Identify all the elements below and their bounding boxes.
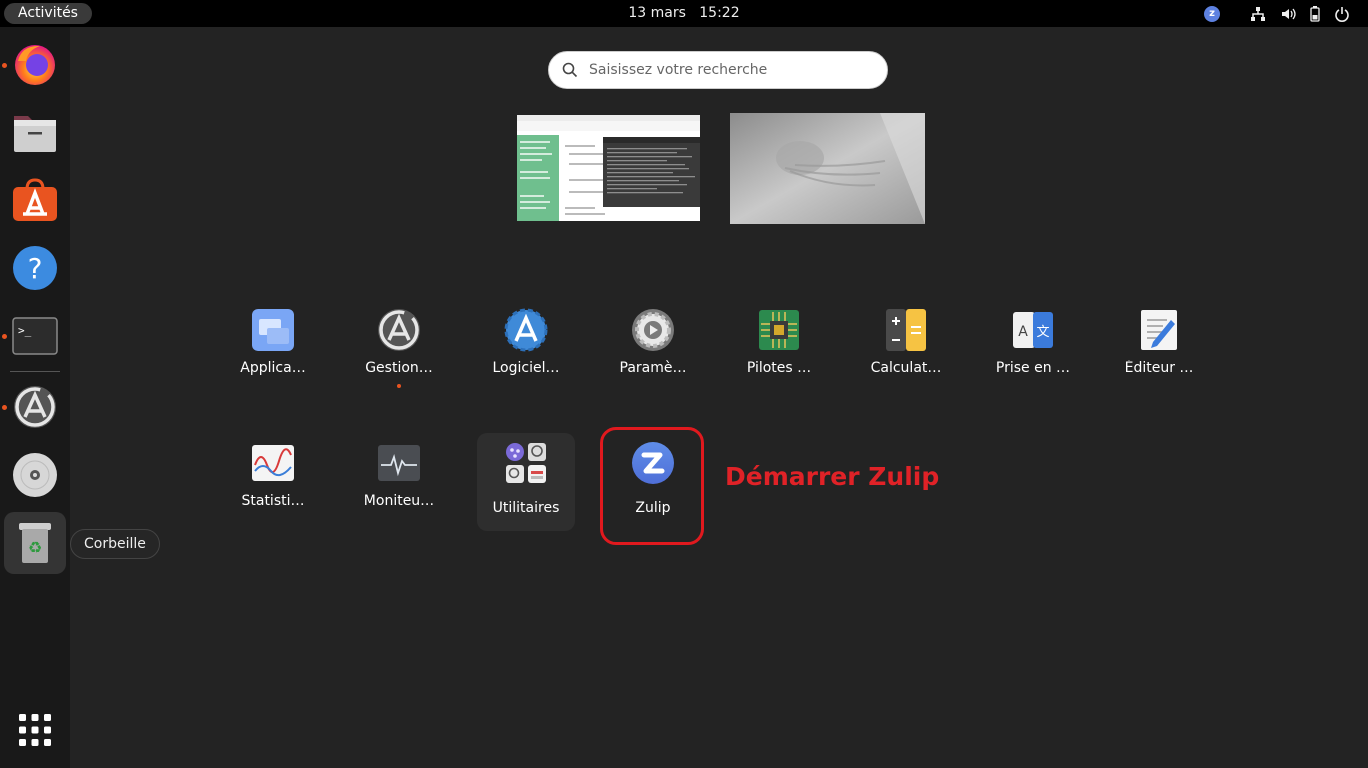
clock[interactable]: 13 mars 15:22 bbox=[0, 0, 1368, 27]
system-tray[interactable]: z bbox=[1190, 4, 1350, 23]
running-indicator bbox=[397, 384, 401, 388]
app-label: Paramè… bbox=[619, 360, 687, 376]
dock-ubuntu-software[interactable] bbox=[4, 169, 66, 231]
zulip-tray-icon[interactable]: z bbox=[1204, 4, 1236, 23]
dock-tooltip: Corbeille bbox=[70, 529, 160, 559]
annotation-text: Démarrer Zulip bbox=[725, 462, 940, 491]
dock-trash[interactable]: ♻ bbox=[4, 512, 66, 574]
clock-date: 13 mars bbox=[628, 5, 686, 21]
app-pilotes[interactable]: Pilotes … bbox=[730, 300, 828, 398]
app-label: Moniteu… bbox=[363, 493, 435, 509]
disc-icon bbox=[13, 453, 57, 497]
trash-icon: ♻ bbox=[19, 523, 51, 563]
search-icon bbox=[562, 62, 578, 78]
files-icon bbox=[14, 116, 56, 152]
system-monitor-icon bbox=[378, 445, 420, 481]
dock-disc[interactable] bbox=[4, 444, 66, 506]
app-label: Applica… bbox=[240, 360, 306, 376]
svg-text:文: 文 bbox=[1036, 325, 1049, 340]
folder-icon bbox=[506, 443, 546, 483]
power-icon[interactable] bbox=[1334, 4, 1350, 23]
power-statistics-icon bbox=[252, 445, 294, 481]
text-editor-icon bbox=[1141, 310, 1177, 350]
terminal-icon: >_ bbox=[12, 317, 58, 355]
app-label: Calculat… bbox=[870, 360, 942, 376]
workspace-thumbnail-2[interactable] bbox=[730, 113, 925, 224]
window-preview bbox=[517, 115, 700, 221]
update-manager-icon bbox=[378, 309, 420, 351]
app-parametres[interactable]: Paramè… bbox=[604, 300, 702, 398]
dock: ? >_ ♻ bbox=[0, 27, 70, 768]
app-statistiques[interactable]: Statisti… bbox=[224, 433, 322, 531]
app-label: Pilotes … bbox=[746, 360, 812, 376]
search-box[interactable] bbox=[548, 51, 888, 89]
dock-help[interactable]: ? bbox=[4, 237, 66, 299]
dock-files[interactable] bbox=[4, 101, 66, 163]
app-label: Prise en … bbox=[995, 360, 1071, 376]
app-label: Utilitaires bbox=[492, 500, 560, 516]
firefox-icon bbox=[15, 45, 55, 85]
zulip-highlight-box bbox=[600, 427, 704, 545]
app-calculatrice[interactable]: Calculat… bbox=[857, 300, 955, 398]
top-bar: Activités 13 mars 15:22 z bbox=[0, 0, 1368, 27]
app-applications[interactable]: Applica… bbox=[224, 300, 322, 398]
show-apps-button[interactable] bbox=[4, 699, 66, 761]
svg-text:?: ? bbox=[28, 252, 43, 285]
calculator-icon bbox=[886, 309, 926, 351]
app-prise-en-charge-langues[interactable]: A 文 Prise en … bbox=[984, 300, 1082, 398]
dock-software-updater[interactable] bbox=[4, 376, 66, 438]
applications-icon bbox=[252, 309, 294, 351]
volume-icon[interactable] bbox=[1280, 4, 1296, 23]
app-gestion[interactable]: Gestion… bbox=[350, 300, 448, 398]
svg-text:♻: ♻ bbox=[28, 538, 42, 557]
dock-firefox[interactable] bbox=[4, 33, 66, 95]
app-label: Gestion… bbox=[365, 360, 433, 376]
app-grid-icon bbox=[19, 714, 51, 746]
software-updater-icon bbox=[14, 386, 56, 428]
app-logiciels[interactable]: Logiciel… bbox=[477, 300, 575, 398]
settings-icon bbox=[632, 309, 674, 351]
svg-text:>_: >_ bbox=[18, 324, 32, 337]
app-label: Statisti… bbox=[241, 493, 305, 509]
app-label: Logiciel… bbox=[492, 360, 560, 376]
search-input[interactable] bbox=[589, 52, 879, 88]
app-folder-utilitaires[interactable]: Utilitaires bbox=[477, 433, 575, 531]
software-properties-icon bbox=[504, 308, 548, 352]
shopping-bag-icon bbox=[13, 178, 57, 221]
workspace-thumbnail-1[interactable] bbox=[517, 115, 700, 221]
svg-text:A: A bbox=[1018, 324, 1028, 340]
app-moniteur-systeme[interactable]: Moniteu… bbox=[350, 433, 448, 531]
network-icon[interactable] bbox=[1250, 4, 1266, 23]
app-label: Éditeur … bbox=[1124, 360, 1194, 376]
app-editeur-texte[interactable]: Éditeur … bbox=[1110, 300, 1208, 398]
drivers-icon bbox=[759, 310, 799, 350]
clock-time: 15:22 bbox=[699, 5, 740, 21]
language-support-icon: A 文 bbox=[1013, 312, 1053, 348]
dock-terminal[interactable]: >_ bbox=[4, 305, 66, 367]
help-icon: ? bbox=[13, 246, 57, 290]
wallpaper-preview bbox=[730, 113, 925, 224]
dock-separator bbox=[10, 371, 60, 372]
battery-icon[interactable] bbox=[1310, 4, 1320, 23]
